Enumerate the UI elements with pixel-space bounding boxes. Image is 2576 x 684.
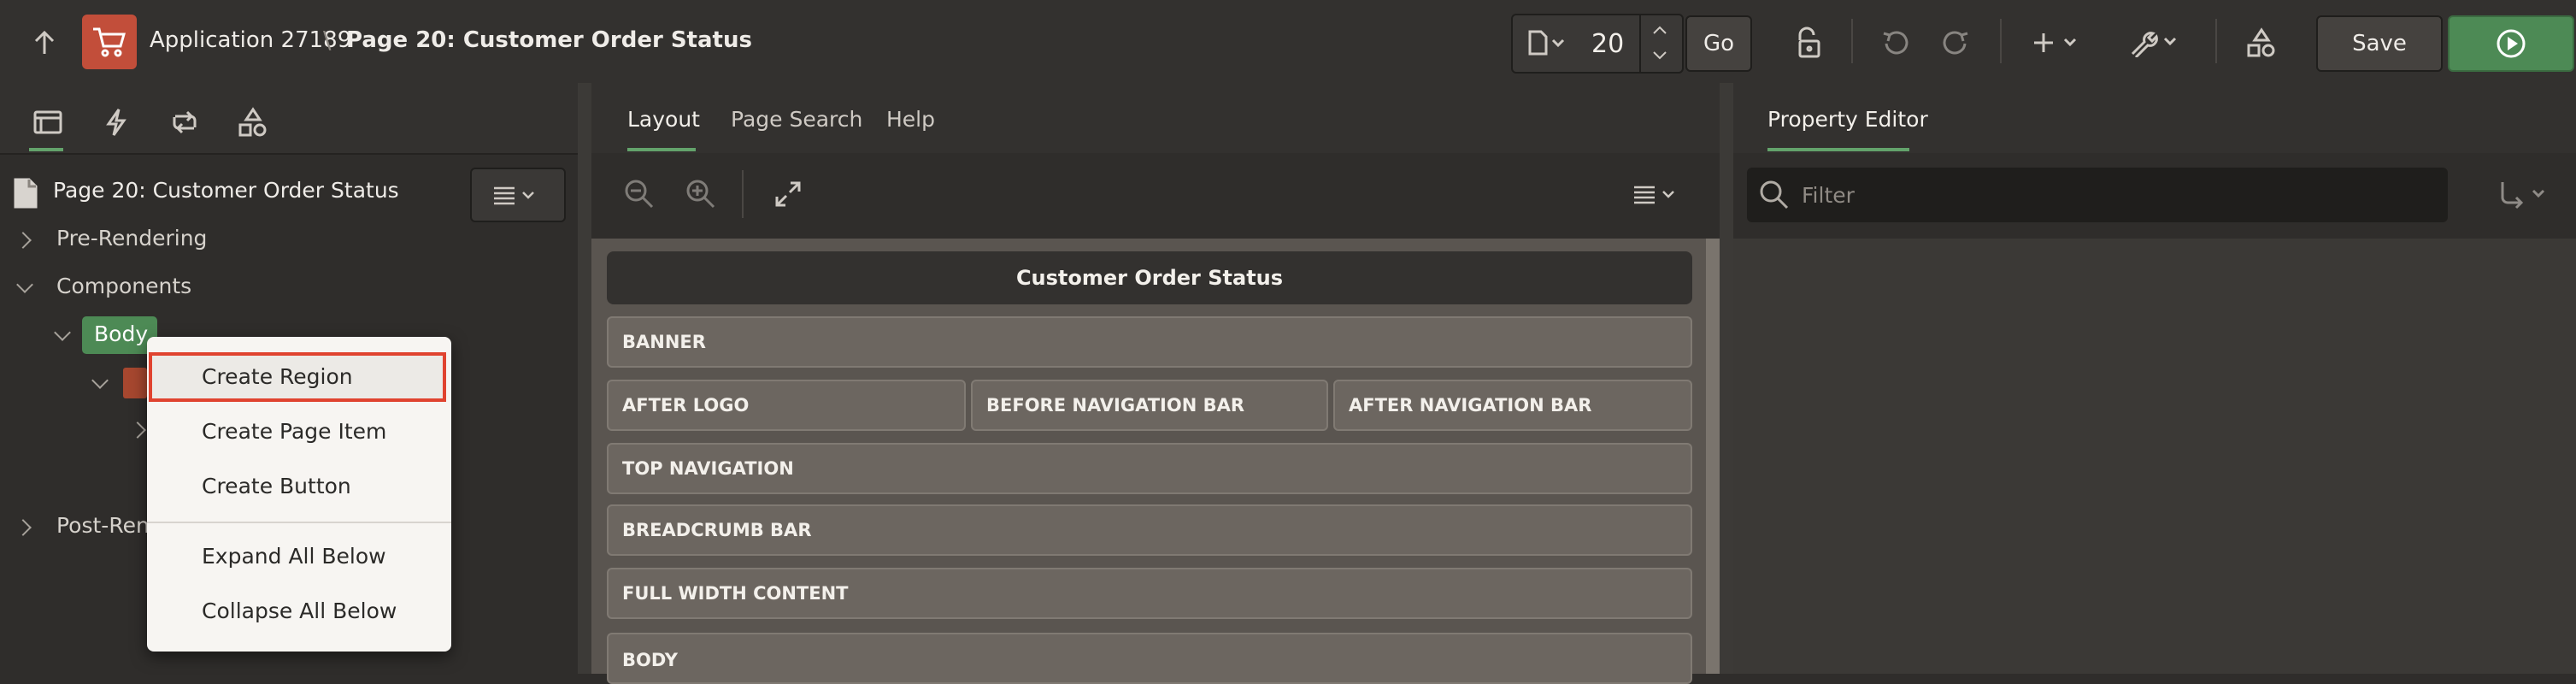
page-icon	[9, 176, 43, 210]
app-name[interactable]: Application 27189	[150, 27, 351, 53]
go-button[interactable]: Go	[1685, 15, 1752, 72]
menu-item-expand-all-below[interactable]: Expand All Below	[202, 544, 386, 569]
page-selector: 20	[1511, 14, 1684, 74]
shared-components-tab-icon[interactable]	[234, 103, 272, 141]
checklist-region-icon[interactable]	[123, 368, 147, 398]
tab-page-search[interactable]: Page Search	[731, 107, 862, 132]
region-before-navigation-bar[interactable]: BEFORE NAVIGATION BAR	[971, 380, 1328, 431]
increment-icon[interactable]	[1643, 19, 1677, 41]
search-icon	[1760, 180, 1789, 209]
layout-scrollbar[interactable]	[1706, 239, 1720, 674]
region-body[interactable]: BODY	[607, 633, 1692, 684]
hamburger-menu-icon	[494, 186, 534, 205]
top-toolbar: Application 27189 \ Page 20: Customer Or…	[0, 0, 2576, 85]
page-dropdown-icon[interactable]	[1526, 27, 1569, 58]
undo-icon[interactable]	[1877, 24, 1914, 62]
property-editor-body	[1733, 239, 2576, 674]
layout-menu-icon[interactable]	[1629, 175, 1689, 213]
tab-property-editor[interactable]: Property Editor	[1767, 107, 1928, 132]
filter-input[interactable]: Filter	[1747, 168, 2448, 222]
go-to-group-icon[interactable]	[2496, 176, 2554, 214]
redo-icon[interactable]	[1937, 24, 1974, 62]
rendering-tab-icon[interactable]	[29, 103, 67, 141]
up-arrow-icon[interactable]	[26, 24, 63, 62]
menu-item-create-button[interactable]: Create Button	[202, 474, 351, 498]
center-panel-tabbar: Layout Page Search Help	[591, 83, 1720, 155]
region-breadcrumb-bar[interactable]: BREADCRUMB BAR	[607, 504, 1692, 556]
app-icon[interactable]	[82, 15, 137, 69]
lock-icon[interactable]	[1790, 24, 1827, 62]
run-page-button[interactable]	[2448, 15, 2574, 72]
page-node-label[interactable]: Page 20: Customer Order Status	[53, 178, 399, 203]
filter-placeholder: Filter	[1802, 183, 1855, 208]
create-menu-icon[interactable]	[2031, 24, 2085, 62]
menu-divider	[147, 522, 451, 523]
decrement-icon[interactable]	[1643, 44, 1677, 67]
left-splitter[interactable]	[578, 83, 591, 674]
page-title: Page 20: Customer Order Status	[346, 27, 752, 53]
region-after-logo[interactable]: AFTER LOGO	[607, 380, 966, 431]
zoom-out-icon[interactable]	[620, 175, 658, 213]
tree-pre-rendering[interactable]: Pre-Rendering	[56, 226, 207, 251]
layout-toolbar	[591, 153, 1720, 239]
dynamic-actions-icon[interactable]	[97, 103, 135, 141]
region-top-navigation[interactable]: TOP NAVIGATION	[607, 443, 1692, 494]
tab-layout[interactable]: Layout	[627, 107, 700, 132]
breadcrumb-separator: \	[323, 26, 332, 54]
tree-menu-button[interactable]	[470, 168, 566, 222]
tree-components[interactable]: Components	[56, 274, 191, 298]
shared-components-icon[interactable]	[2243, 24, 2280, 62]
left-panel-tabbar	[0, 83, 578, 155]
menu-item-collapse-all-below[interactable]: Collapse All Below	[202, 598, 397, 623]
tree-body: Body	[94, 321, 149, 346]
tab-help[interactable]: Help	[886, 107, 935, 132]
utilities-wrench-icon[interactable]	[2126, 24, 2185, 62]
menu-item-create-page-item[interactable]: Create Page Item	[202, 419, 386, 444]
right-splitter[interactable]	[1720, 83, 1733, 674]
region-full-width-content[interactable]: FULL WIDTH CONTENT	[607, 568, 1692, 619]
expand-icon[interactable]	[769, 175, 807, 213]
zoom-in-icon[interactable]	[682, 175, 720, 213]
play-icon	[2497, 29, 2526, 58]
page-number-input[interactable]: 20	[1591, 29, 1624, 59]
region-banner[interactable]: BANNER	[607, 316, 1692, 368]
page-header-region[interactable]: Customer Order Status	[607, 251, 1692, 304]
menu-item-create-region[interactable]: Create Region	[202, 364, 353, 389]
right-panel-tabbar: Property Editor	[1733, 83, 2576, 155]
context-menu: Create Region Create Page Item Create Bu…	[147, 337, 451, 652]
processing-icon[interactable]	[166, 103, 203, 141]
region-after-navigation-bar[interactable]: AFTER NAVIGATION BAR	[1333, 380, 1692, 431]
save-button[interactable]: Save	[2316, 15, 2443, 72]
